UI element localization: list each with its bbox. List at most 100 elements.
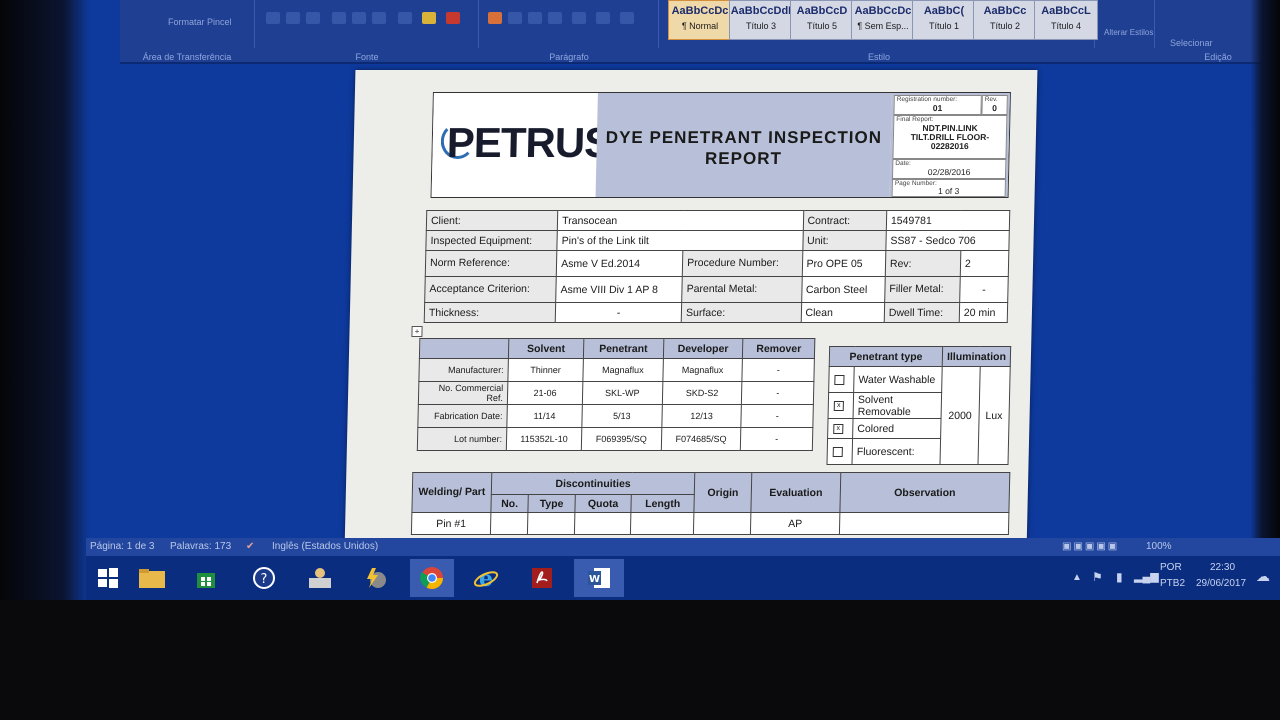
- dwell-time-label: Dwell Time:: [884, 302, 960, 323]
- help-button[interactable]: ?: [242, 559, 286, 597]
- select-button[interactable]: Selecionar: [1170, 38, 1213, 48]
- row1-origin[interactable]: [693, 512, 752, 535]
- input-language-secondary[interactable]: PTB2: [1160, 578, 1185, 589]
- materials-cell[interactable]: Magnaflux: [662, 358, 743, 382]
- norm-value[interactable]: Asme V Ed.2014: [556, 250, 684, 277]
- procedure-rev-value[interactable]: 2: [960, 250, 1009, 277]
- notification-center-icon[interactable]: ☁: [1256, 568, 1270, 585]
- materials-cell[interactable]: -: [741, 381, 814, 405]
- unit-value[interactable]: SS87 - Sedco 706: [885, 230, 1010, 251]
- client-value[interactable]: Transocean: [557, 210, 804, 231]
- materials-cell[interactable]: 12/13: [661, 404, 742, 428]
- view-buttons-icon[interactable]: ▣▣▣▣▣: [1062, 541, 1119, 552]
- materials-cell[interactable]: 21-06: [507, 381, 583, 405]
- row1-observation[interactable]: [839, 512, 1009, 535]
- style-tile[interactable]: AaBbCcL Título 4: [1034, 0, 1098, 40]
- style-tile[interactable]: AaBbCcDc ¶ Normal: [668, 0, 732, 40]
- italic-button[interactable]: [286, 12, 300, 24]
- clock-date[interactable]: 29/06/2017: [1196, 578, 1246, 589]
- row1-part[interactable]: Pin #1: [411, 512, 491, 535]
- contract-value[interactable]: 1549781: [886, 210, 1010, 231]
- flag-icon[interactable]: ⚑: [1092, 570, 1103, 584]
- highlight-color-button[interactable]: [422, 12, 436, 24]
- clock-time[interactable]: 22:30: [1210, 562, 1235, 573]
- row1-quota[interactable]: [574, 512, 632, 535]
- justify-button[interactable]: [548, 12, 562, 24]
- power-app-button[interactable]: [354, 559, 398, 597]
- illumination-value[interactable]: 2000: [940, 366, 980, 465]
- penetrant-type-checkbox[interactable]: [834, 374, 845, 385]
- materials-cell[interactable]: SKD-S2: [661, 381, 743, 405]
- materials-cell[interactable]: Thinner: [507, 358, 584, 382]
- strikethrough-button[interactable]: [332, 12, 346, 24]
- equipment-value[interactable]: Pin's of the Link tilt: [556, 230, 803, 251]
- input-language-primary[interactable]: POR: [1160, 562, 1182, 573]
- procedure-value[interactable]: Pro OPE 05: [801, 250, 886, 277]
- line-spacing-button[interactable]: [572, 12, 586, 24]
- align-right-button[interactable]: [528, 12, 542, 24]
- row1-no[interactable]: [490, 512, 528, 535]
- file-explorer-button[interactable]: [130, 559, 174, 597]
- clipboard-group: Formatar Pincel Área de Transferência: [120, 0, 255, 62]
- style-tile[interactable]: AaBbCc Título 2: [973, 0, 1037, 40]
- style-tile[interactable]: AaBbCcDdI Título 3: [729, 0, 793, 40]
- word-button[interactable]: W: [574, 559, 624, 597]
- subscript-button[interactable]: [352, 12, 366, 24]
- zoom-level[interactable]: 100%: [1146, 541, 1172, 552]
- materials-cell[interactable]: F069395/SQ: [581, 427, 662, 451]
- style-tile[interactable]: AaBbCcD Título 5: [790, 0, 854, 40]
- document-page[interactable]: PETRUS DYE PENETRANT INSPECTION REPORT R…: [344, 70, 1038, 550]
- table-move-handle-icon[interactable]: +: [411, 326, 423, 337]
- change-styles-button[interactable]: Alterar Estilos: [1104, 28, 1153, 37]
- penetrant-type-checkbox[interactable]: x: [833, 400, 844, 411]
- superscript-button[interactable]: [372, 12, 386, 24]
- acrobat-button[interactable]: [520, 559, 564, 597]
- surface-value[interactable]: Clean: [800, 302, 885, 323]
- underline-button[interactable]: [306, 12, 320, 24]
- network-signal-icon[interactable]: ▂▄▆: [1134, 570, 1159, 583]
- style-tile[interactable]: AaBbC(Título 1: [912, 0, 976, 40]
- observation-header: Observation: [839, 472, 1010, 513]
- materials-cell[interactable]: SKL-WP: [582, 381, 663, 405]
- parental-metal-value[interactable]: Carbon Steel: [801, 276, 886, 303]
- internet-explorer-button[interactable]: e: [464, 559, 508, 597]
- support-app-button[interactable]: [298, 559, 342, 597]
- borders-button[interactable]: [620, 12, 634, 24]
- shading-button[interactable]: [596, 12, 610, 24]
- materials-cell[interactable]: 11/14: [506, 404, 583, 428]
- thickness-value[interactable]: -: [555, 302, 682, 323]
- ribbon-toolbar: Formatar Pincel Área de Transferência Fo…: [120, 0, 1280, 64]
- style-tile[interactable]: AaBbCcDc ¶ Sem Esp...: [851, 0, 915, 40]
- font-color-button[interactable]: [446, 12, 460, 24]
- materials-cell[interactable]: -: [740, 427, 813, 451]
- row1-length[interactable]: [630, 512, 694, 535]
- row1-type[interactable]: [527, 512, 575, 535]
- page-count-status[interactable]: Página: 1 de 3: [90, 541, 155, 552]
- start-button[interactable]: [86, 559, 130, 597]
- dwell-time-value[interactable]: 20 min: [959, 302, 1008, 323]
- bold-button[interactable]: [266, 12, 280, 24]
- materials-cell[interactable]: 115352L-10: [506, 427, 582, 451]
- penetrant-type-checkbox[interactable]: [832, 446, 843, 457]
- filler-metal-value[interactable]: -: [959, 276, 1009, 303]
- battery-icon[interactable]: ▮: [1116, 570, 1123, 584]
- materials-cell[interactable]: Magnaflux: [582, 358, 664, 382]
- align-left-button[interactable]: [488, 12, 502, 24]
- materials-cell[interactable]: F074685/SQ: [660, 427, 742, 451]
- store-button[interactable]: [184, 559, 228, 597]
- acceptance-value[interactable]: Asme VIII Div 1 AP 8: [555, 276, 683, 303]
- language-status[interactable]: Inglês (Estados Unidos): [272, 541, 378, 552]
- row1-evaluation[interactable]: AP: [750, 512, 840, 535]
- text-effects-button[interactable]: [398, 12, 412, 24]
- align-center-button[interactable]: [508, 12, 522, 24]
- materials-cell[interactable]: -: [741, 404, 814, 428]
- word-count-status[interactable]: Palavras: 173: [170, 541, 231, 552]
- proofing-icon[interactable]: ✔: [246, 541, 254, 552]
- materials-cell[interactable]: 5/13: [581, 404, 662, 428]
- font-group-label: Fonte: [355, 52, 379, 62]
- penetrant-type-checkbox[interactable]: x: [833, 423, 844, 434]
- show-hidden-icons[interactable]: ▲: [1072, 572, 1082, 583]
- format-painter-button[interactable]: Formatar Pincel: [168, 17, 232, 27]
- chrome-button[interactable]: [410, 559, 454, 597]
- materials-cell[interactable]: -: [742, 358, 815, 382]
